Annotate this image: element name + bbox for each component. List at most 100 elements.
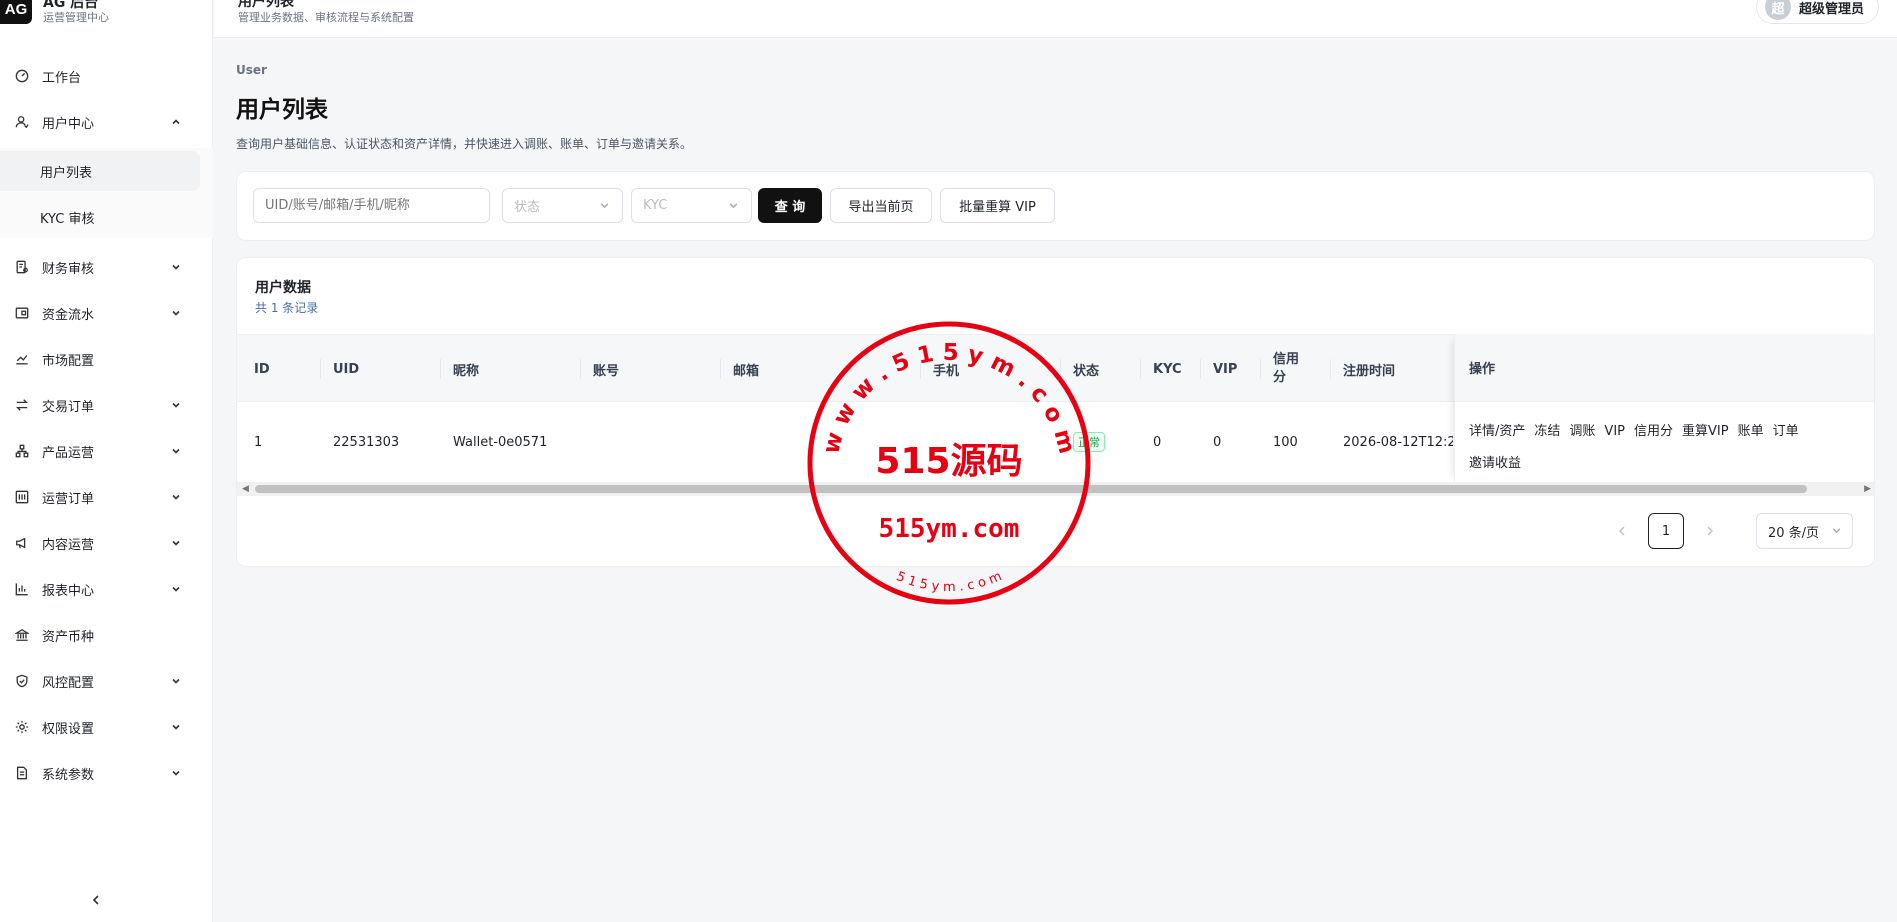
action-details-assets[interactable]: 详情/资产: [1469, 424, 1525, 439]
status-select[interactable]: 状态: [502, 188, 623, 223]
chevron-down-icon: [1831, 525, 1842, 540]
audit-icon: [14, 259, 30, 275]
sidebar: AG AG 后台 运营管理中心 工作台 用户中心 用户列表 KYC 审核 财务审…: [0, 0, 213, 922]
top-header: 用户列表 管理业务数据、审核流程与系统配置 超 超级管理员: [214, 0, 1897, 38]
sidebar-item-content-ops[interactable]: 内容运营: [0, 523, 213, 563]
sidebar-item-ops-orders[interactable]: 运营订单: [0, 477, 213, 517]
action-invite-earnings[interactable]: 邀请收益: [1469, 456, 1521, 471]
user-name: 超级管理员: [1798, 1, 1864, 17]
sidebar-item-label: 用户列表: [40, 165, 93, 181]
sidebar-item-permissions[interactable]: 权限设置: [0, 707, 213, 747]
actions-column: 操作 详情/资产 冻结 调账 VIP 信用分 重算VIP 账单 订单 邀请收益: [1454, 334, 1874, 482]
column-header-vip[interactable]: VIP: [1200, 335, 1238, 403]
scroll-left-icon[interactable]: ◀: [242, 484, 249, 494]
column-header-status[interactable]: 状态: [1060, 335, 1099, 403]
column-header-label: 邮箱: [733, 363, 760, 379]
sidebar-item-fund-flow[interactable]: 资金流水: [0, 293, 213, 333]
sidebar-item-reports[interactable]: 报表中心: [0, 569, 213, 609]
sidebar-item-user-center[interactable]: 用户中心: [0, 102, 213, 142]
column-header-label: KYC: [1153, 361, 1182, 377]
column-divider: [320, 359, 321, 379]
action-credit-score[interactable]: 信用分: [1634, 424, 1673, 439]
chevron-down-icon: [728, 200, 739, 215]
sidebar-item-trade-orders[interactable]: 交易订单: [0, 385, 213, 425]
sidebar-item-label: 财务审核: [42, 261, 95, 277]
chevron-left-icon: [1618, 526, 1625, 536]
batch-recalc-vip-button[interactable]: 批量重算 VIP: [940, 188, 1055, 223]
column-header-account[interactable]: 账号: [580, 335, 619, 403]
chart-line-icon: [14, 351, 30, 367]
orders-icon: [14, 489, 30, 505]
row-actions: 详情/资产 冻结 调账 VIP 信用分 重算VIP 账单 订单邀请收益: [1469, 416, 1859, 480]
column-divider: [1200, 359, 1201, 379]
stamp-bottom-text: 5 1 5 y m . c o m: [894, 569, 1004, 595]
chevron-left-icon: [92, 895, 99, 905]
pagination: 1 20 条/页: [1604, 513, 1874, 549]
filter-bar: 状态 KYC 查 询 导出当前页 批量重算 VIP: [236, 171, 1875, 241]
sidebar-item-asset-currency[interactable]: 资产币种: [0, 615, 213, 655]
action-recalc-vip[interactable]: 重算VIP: [1682, 424, 1729, 439]
sidebar-item-market-config[interactable]: 市场配置: [0, 339, 213, 379]
sidebar-item-kyc-review[interactable]: KYC 审核: [0, 197, 200, 237]
sidebar-item-dashboard[interactable]: 工作台: [0, 56, 213, 96]
page-title: 用户列表: [236, 97, 328, 123]
wallet-icon: [14, 305, 30, 321]
page-size-select[interactable]: 20 条/页: [1756, 513, 1853, 549]
action-orders[interactable]: 订单: [1773, 424, 1799, 439]
sidebar-item-risk-config[interactable]: 风控配置: [0, 661, 213, 701]
horizontal-scrollbar[interactable]: ◀ ▶: [237, 482, 1874, 496]
action-freeze[interactable]: 冻结: [1534, 424, 1560, 439]
chevron-down-icon: [170, 721, 182, 733]
query-button[interactable]: 查 询: [758, 188, 822, 223]
search-input[interactable]: [253, 188, 490, 223]
page-description: 查询用户基础信息、认证状态和资产详情，并快速进入调账、账单、订单与邀请关系。: [236, 137, 693, 151]
action-vip[interactable]: VIP: [1604, 424, 1625, 439]
sidebar-item-user-list[interactable]: 用户列表: [0, 151, 200, 191]
kyc-select-placeholder: KYC: [643, 198, 668, 213]
column-header-id[interactable]: ID: [254, 335, 270, 403]
column-header-label: 注册时间: [1343, 363, 1396, 379]
next-page-button[interactable]: [1692, 513, 1728, 549]
column-header-email[interactable]: 邮箱: [720, 335, 760, 403]
cell-credit: 100: [1273, 434, 1298, 450]
action-adjust-account[interactable]: 调账: [1569, 424, 1595, 439]
column-header-kyc[interactable]: KYC: [1140, 335, 1182, 403]
collapse-sidebar-button[interactable]: [86, 890, 106, 910]
sidebar-item-product-ops[interactable]: 产品运营: [0, 431, 213, 471]
prev-page-button[interactable]: [1604, 513, 1640, 549]
sidebar-item-finance-review[interactable]: 财务审核: [0, 247, 213, 287]
status-badge: 正常: [1073, 432, 1105, 452]
column-header-nickname[interactable]: 昵称: [440, 335, 479, 403]
page-size-value: 20 条/页: [1768, 525, 1820, 541]
column-header-uid[interactable]: UID: [320, 335, 359, 403]
column-header-label: VIP: [1213, 361, 1238, 377]
action-bills[interactable]: 账单: [1738, 424, 1764, 439]
chevron-down-icon: [170, 399, 182, 411]
bank-icon: [14, 627, 30, 643]
column-header-registered[interactable]: 注册时间: [1330, 335, 1396, 403]
gear-icon: [14, 719, 30, 735]
brand-logo: AG: [0, 0, 32, 24]
scrollbar-thumb[interactable]: [255, 485, 1807, 493]
column-divider: [580, 359, 581, 379]
user-menu[interactable]: 超 超级管理员: [1755, 0, 1879, 24]
export-page-button[interactable]: 导出当前页: [830, 188, 932, 223]
page-number-button[interactable]: 1: [1648, 513, 1684, 549]
brand-subtitle: 运营管理中心: [43, 11, 109, 24]
brand: AG AG 后台 运营管理中心: [0, 0, 213, 36]
user-icon: [14, 114, 30, 130]
sidebar-item-label: 交易订单: [42, 399, 95, 415]
column-divider: [440, 359, 441, 379]
scroll-right-icon[interactable]: ▶: [1864, 484, 1871, 494]
sidebar-item-system-params[interactable]: 系统参数: [0, 753, 213, 793]
column-header-phone[interactable]: 手机: [920, 335, 959, 403]
kyc-select[interactable]: KYC: [631, 188, 752, 223]
sidebar-item-label: 资金流水: [42, 307, 95, 323]
megaphone-icon: [14, 535, 30, 551]
user-table-card: 用户数据 共 1 条记录 ID UID 昵称 账号 邮箱 手机 状态 KYC V…: [236, 257, 1875, 567]
breadcrumb: User: [236, 63, 267, 77]
cell-vip: 0: [1213, 434, 1222, 450]
document-icon: [14, 765, 30, 781]
sidebar-item-label: 内容运营: [42, 537, 95, 553]
column-header-credit[interactable]: 信用分: [1260, 335, 1303, 403]
